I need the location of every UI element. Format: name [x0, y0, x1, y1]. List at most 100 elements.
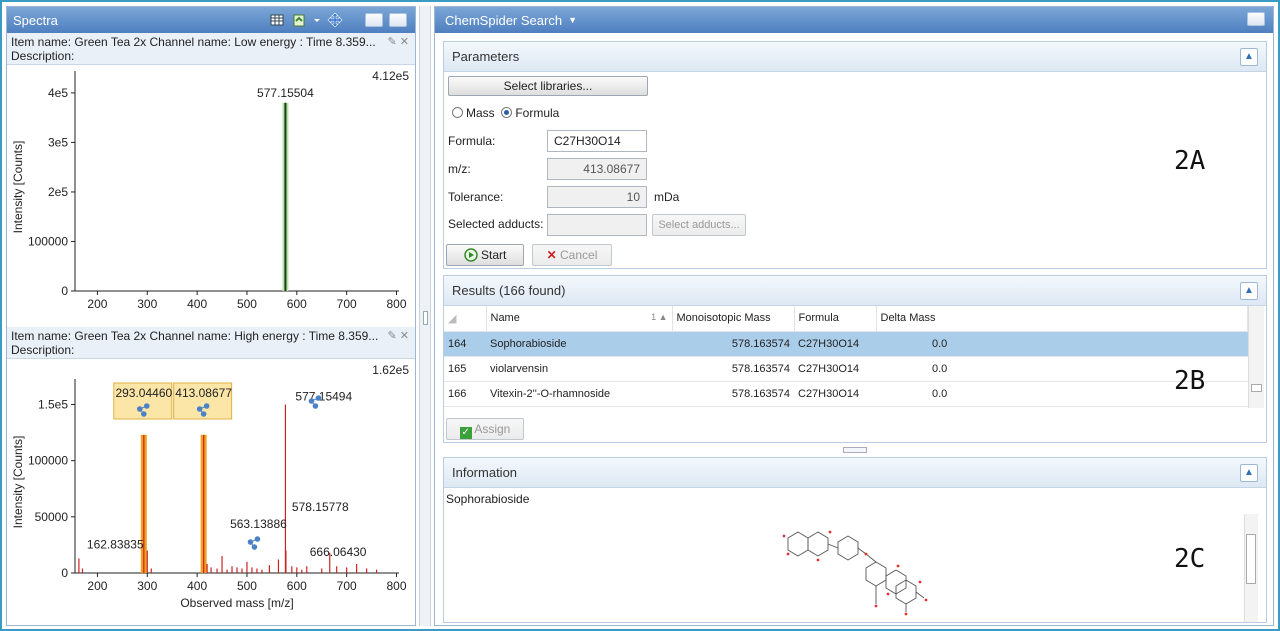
- cancel-button[interactable]: ✕ Cancel: [532, 244, 612, 266]
- table-row[interactable]: 164 Sophorabioside 578.163574 C27H30O14 …: [444, 331, 1248, 357]
- assign-label: Assign: [474, 422, 511, 436]
- annotation-2a: 2A: [1174, 146, 1206, 176]
- spectra-titlebar: Spectra: [7, 7, 415, 33]
- minimize-button[interactable]: [365, 13, 383, 27]
- compound-name: Vitexin-2''-O-rhamnoside: [486, 381, 672, 407]
- low-energy-spectrum-svg: 200 300 400 500 600 700 800 0 100000 2e5 3e5 4e5 Int…: [11, 71, 407, 311]
- y-tick-label: 1.5e5: [38, 397, 68, 411]
- pin-icon[interactable]: ✎ ✕: [388, 35, 410, 49]
- mass-radio-label[interactable]: Mass: [466, 106, 495, 120]
- peak-label: 577.15504: [257, 86, 314, 100]
- table-row[interactable]: 165 violarvensin 578.163574 C27H30O14 0.…: [444, 356, 1248, 382]
- y-tick-label: 2e5: [48, 185, 68, 199]
- assign-button[interactable]: ✓ Assign: [446, 418, 524, 440]
- y-tick-label: 0: [61, 284, 68, 298]
- high-energy-chart: 1.62e5 200 300 400 500 600 700 800 0 50000 100000…: [7, 359, 415, 625]
- chemspider-panel: ChemSpider Search ▼ Parameters ▲ Select …: [434, 6, 1274, 626]
- parameters-title: Parameters: [452, 49, 520, 64]
- x-tick-label: 600: [287, 579, 307, 593]
- splitter-grip[interactable]: [423, 311, 428, 325]
- row-index: 165: [444, 356, 486, 382]
- formula-input[interactable]: C27H30O14: [547, 130, 647, 152]
- row-index: 164: [444, 331, 486, 357]
- chemical-structure-image: [782, 530, 928, 616]
- monoisotopic-mass: 578.163574: [672, 331, 794, 357]
- vertical-splitter[interactable]: [419, 6, 431, 626]
- start-button[interactable]: Start: [446, 244, 524, 266]
- x-tick-label: 800: [386, 297, 406, 311]
- x-tick-label: 800: [386, 579, 406, 593]
- high-energy-description: Description:: [11, 343, 75, 357]
- results-header: Results (166 found) ▲: [444, 276, 1266, 306]
- mass-radio[interactable]: [452, 107, 463, 118]
- results-scrollbar[interactable]: [1248, 306, 1264, 408]
- select-adducts-button[interactable]: Select adducts...: [652, 214, 746, 236]
- peak-label: 162.83835: [87, 537, 144, 551]
- peak-label: 578.15778: [292, 500, 349, 514]
- tolerance-label: Tolerance:: [448, 190, 504, 204]
- monoisotopic-mass: 578.163574: [672, 356, 794, 382]
- x-tick-label: 500: [237, 297, 257, 311]
- y-tick-label: 4e5: [48, 86, 68, 100]
- peak-label: 563.13886: [230, 517, 287, 531]
- y-axis-label: Intensity [Counts]: [11, 436, 25, 529]
- tolerance-input[interactable]: 10: [547, 186, 647, 208]
- information-title: Information: [452, 465, 518, 480]
- pin-icon[interactable]: ✎ ✕: [388, 329, 410, 343]
- formula-radio[interactable]: [501, 107, 513, 118]
- mass-formula-radio-group: Mass Formula: [452, 106, 559, 120]
- scrollbar-thumb[interactable]: [1251, 384, 1262, 392]
- peak-label: 413.08677: [175, 386, 232, 400]
- compound-name: Sophorabioside: [486, 331, 672, 357]
- x-tick-label: 300: [137, 297, 157, 311]
- x-tick-label: 200: [87, 579, 107, 593]
- chemspider-title[interactable]: ChemSpider Search: [445, 13, 562, 28]
- start-label: Start: [481, 248, 507, 262]
- parameters-section: Parameters ▲ Select libraries... Mass Fo…: [443, 41, 1267, 269]
- formula-radio-label[interactable]: Formula: [515, 106, 559, 120]
- x-tick-label: 700: [337, 579, 357, 593]
- row-index-header: ◢: [444, 306, 487, 332]
- compound-name: violarvensin: [486, 356, 672, 382]
- parameters-header: Parameters ▲: [444, 42, 1266, 72]
- restore-button[interactable]: [389, 13, 407, 27]
- horizontal-splitter-grip[interactable]: [843, 447, 867, 453]
- move-icon[interactable]: [327, 12, 343, 28]
- results-table: ◢ Name 1 ▲ Monoisotopic Mass Formula Delt…: [444, 306, 1248, 407]
- high-energy-item-label: Item name: Green Tea 2x Channel name: Hi…: [11, 329, 379, 343]
- formula-cell: C27H30O14: [794, 331, 876, 357]
- scrollbar-thumb[interactable]: [1246, 534, 1256, 584]
- collapse-icon[interactable]: ▲: [1240, 464, 1258, 482]
- peak-label: 293.04460: [115, 386, 172, 400]
- annotation-2b: 2B: [1174, 366, 1206, 396]
- collapse-icon[interactable]: ▲: [1240, 48, 1258, 66]
- adducts-label: Selected adducts:: [448, 217, 544, 231]
- information-header: Information ▲: [444, 458, 1266, 488]
- chemspider-titlebar: ChemSpider Search ▼: [435, 7, 1273, 33]
- low-energy-item-label: Item name: Green Tea 2x Channel name: Lo…: [11, 35, 376, 49]
- chevron-down-icon[interactable]: [313, 12, 321, 28]
- column-header-delta[interactable]: Delta Mass: [876, 306, 1248, 332]
- table-row[interactable]: 166 Vitexin-2''-O-rhamnoside 578.163574 …: [444, 381, 1248, 407]
- x-tick-label: 300: [137, 579, 157, 593]
- low-energy-chart: 4.12e5 200 300 400 500 600 700 800 0 100000 2e5 3e…: [7, 65, 415, 327]
- close-icon: ✕: [546, 248, 557, 262]
- restore-button[interactable]: [1247, 12, 1265, 26]
- export-icon[interactable]: [291, 12, 307, 28]
- collapse-icon[interactable]: ▲: [1240, 282, 1258, 300]
- y-tick-label: 100000: [28, 454, 68, 468]
- tolerance-unit: mDa: [654, 190, 680, 204]
- x-tick-label: 400: [187, 579, 207, 593]
- chevron-down-icon[interactable]: ▼: [568, 15, 577, 25]
- check-icon: ✓: [459, 427, 472, 439]
- column-header-mass[interactable]: Monoisotopic Mass: [672, 306, 795, 332]
- select-libraries-button[interactable]: Select libraries...: [448, 76, 648, 96]
- mz-label: m/z:: [448, 162, 471, 176]
- peak-label: 577.15494: [295, 389, 352, 403]
- annotation-2c: 2C: [1174, 544, 1206, 574]
- information-scrollbar[interactable]: [1244, 514, 1258, 622]
- table-icon[interactable]: [269, 12, 285, 28]
- formula-field-label: Formula:: [448, 134, 496, 148]
- column-header-formula[interactable]: Formula: [794, 306, 877, 332]
- column-header-name[interactable]: Name 1 ▲: [486, 306, 673, 332]
